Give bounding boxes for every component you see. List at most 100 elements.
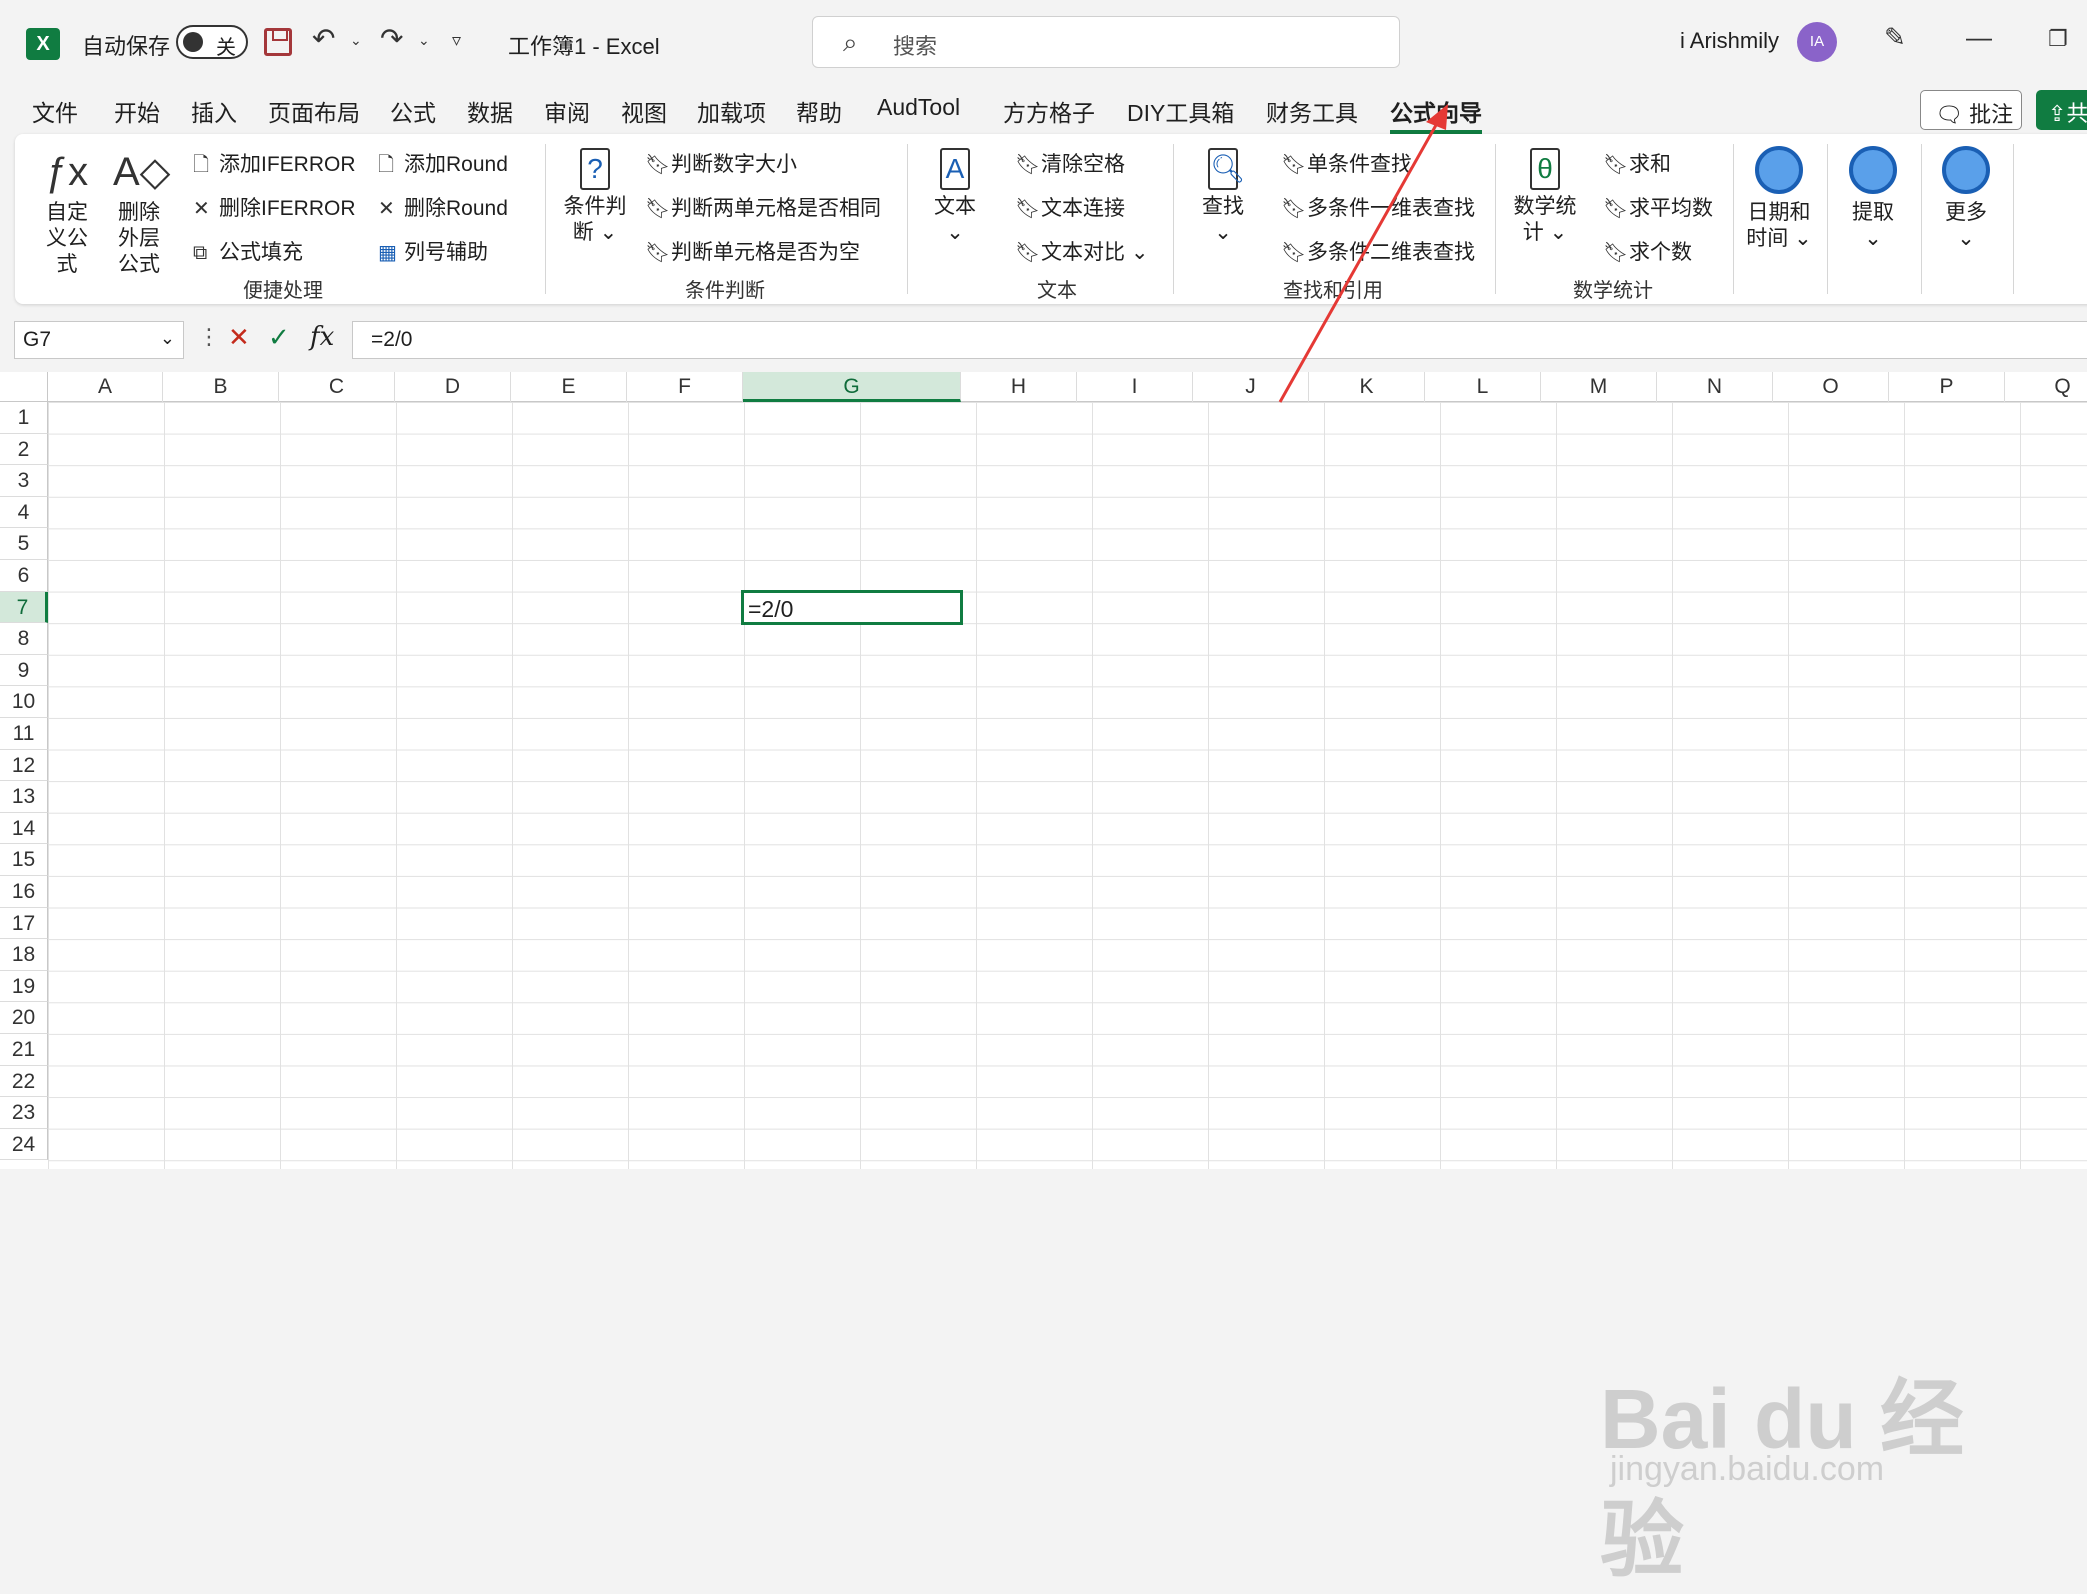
multi-2d-lookup-button[interactable]: 🔖︎多条件二维表查找 (1281, 236, 1475, 266)
row-header-24[interactable]: 24 (0, 1128, 48, 1161)
share-button[interactable]: ⇪共 (2036, 90, 2087, 130)
text-button[interactable]: A 文本 ⌄ (925, 148, 985, 246)
column-header-b[interactable]: B (163, 372, 279, 402)
tab-review[interactable]: 审阅 (544, 94, 590, 128)
row-header-16[interactable]: 16 (0, 876, 48, 908)
row-header-19[interactable]: 19 (0, 970, 48, 1003)
average-button[interactable]: 🔖︎求平均数 (1603, 192, 1713, 222)
tab-page-layout[interactable]: 页面布局 (268, 94, 360, 128)
insert-function-icon[interactable]: fx (310, 322, 334, 352)
customize-toolbar-icon[interactable]: ▿ (452, 30, 461, 51)
tab-addins[interactable]: 加载项 (697, 94, 766, 128)
enter-icon[interactable]: ✓ (268, 322, 290, 353)
column-header-o[interactable]: O (1773, 372, 1889, 402)
column-header-l[interactable]: L (1425, 372, 1541, 402)
column-header-q[interactable]: Q (2005, 372, 2087, 402)
search-box[interactable]: ⌕ 搜索 (812, 16, 1400, 68)
row-header-21[interactable]: 21 (0, 1034, 48, 1066)
tab-file[interactable]: 文件 (32, 94, 78, 128)
pen-icon[interactable]: ✎ (1884, 22, 1906, 53)
compare-cells-button[interactable]: 🔖︎判断两单元格是否相同 (645, 192, 881, 222)
column-header-m[interactable]: M (1541, 372, 1657, 402)
user-name[interactable]: i Arishmily (1680, 28, 1779, 54)
row-header-3[interactable]: 3 (0, 465, 48, 497)
column-header-d[interactable]: D (395, 372, 511, 402)
tab-finance-tools[interactable]: 财务工具 (1266, 94, 1358, 128)
column-header-e[interactable]: E (511, 372, 627, 402)
tab-audtool[interactable]: AudTool (877, 94, 960, 121)
select-all-corner[interactable] (0, 372, 48, 402)
tab-diy-toolbox[interactable]: DIY工具箱 (1127, 94, 1234, 128)
tab-formula-wizard[interactable]: 公式向导 (1390, 94, 1482, 134)
trim-spaces-button[interactable]: 🔖︎清除空格 (1015, 148, 1125, 178)
autosave-toggle[interactable]: 关 (176, 25, 248, 59)
cell-area[interactable] (48, 402, 2087, 1169)
delete-iferror-button[interactable]: ✕ 删除IFERROR (193, 192, 356, 222)
row-header-13[interactable]: 13 (0, 781, 48, 813)
column-header-g[interactable]: G (743, 372, 961, 402)
row-header-4[interactable]: 4 (0, 496, 48, 529)
column-header-j[interactable]: J (1193, 372, 1309, 402)
column-header-f[interactable]: F (627, 372, 743, 402)
multi-1d-lookup-button[interactable]: 🔖︎多条件一维表查找 (1281, 192, 1475, 222)
tab-help[interactable]: 帮助 (796, 94, 842, 128)
name-box[interactable]: G7 ⌄ (14, 321, 184, 359)
tab-fangfanggezi[interactable]: 方方格子 (1003, 94, 1095, 128)
condition-button[interactable]: ? 条件判断 ⌄ (563, 148, 627, 246)
comments-button[interactable]: 🗨 批注 (1920, 90, 2022, 130)
math-button[interactable]: θ 数学统计 ⌄ (1509, 148, 1581, 246)
restore-icon[interactable]: ❐ (2048, 26, 2068, 52)
save-icon[interactable] (264, 28, 292, 56)
row-header-14[interactable]: 14 (0, 812, 48, 845)
redo-chevron-down-icon[interactable]: ⌄ (418, 32, 430, 49)
sum-button[interactable]: 🔖︎求和 (1603, 148, 1671, 178)
tab-home[interactable]: 开始 (114, 94, 160, 128)
lookup-button[interactable]: 🔍︎ 查找 ⌄ (1193, 148, 1253, 246)
remove-outer-formula-button[interactable]: A◇ 删除外层公式 (113, 148, 170, 278)
column-helper-button[interactable]: ▦ 列号辅助 (378, 236, 488, 266)
row-header-5[interactable]: 5 (0, 528, 48, 560)
column-header-n[interactable]: N (1657, 372, 1773, 402)
column-header-h[interactable]: H (961, 372, 1077, 402)
row-header-1[interactable]: 1 (0, 402, 48, 434)
formula-fill-button[interactable]: ⧉ 公式填充 (193, 236, 303, 266)
row-header-10[interactable]: 10 (0, 686, 48, 718)
row-header-22[interactable]: 22 (0, 1065, 48, 1098)
cancel-icon[interactable]: ✕ (228, 322, 250, 353)
formula-input[interactable]: =2/0 (352, 321, 2087, 359)
extract-button[interactable]: 提取 ⌄ (1843, 146, 1903, 252)
avatar[interactable]: IA (1797, 22, 1837, 62)
undo-icon[interactable]: ↶ (312, 22, 335, 55)
add-iferror-button[interactable]: 🗋 添加IFERROR (193, 148, 356, 184)
chevron-down-icon[interactable]: ⌄ (160, 328, 175, 349)
row-header-23[interactable]: 23 (0, 1097, 48, 1129)
check-empty-button[interactable]: 🔖︎判断单元格是否为空 (645, 236, 860, 266)
row-header-6[interactable]: 6 (0, 560, 48, 592)
delete-round-button[interactable]: ✕ 删除Round (378, 192, 508, 222)
add-round-button[interactable]: 🗋 添加Round (378, 148, 508, 184)
tab-view[interactable]: 视图 (621, 94, 667, 128)
text-compare-button[interactable]: 🔖︎文本对比 ⌄ (1015, 236, 1148, 266)
active-cell[interactable]: =2/0 (741, 589, 963, 626)
row-header-11[interactable]: 11 (0, 718, 48, 750)
minimize-icon[interactable]: — (1966, 22, 1992, 53)
tab-data[interactable]: 数据 (467, 94, 513, 128)
tab-insert[interactable]: 插入 (191, 94, 237, 128)
column-header-i[interactable]: I (1077, 372, 1193, 402)
column-header-p[interactable]: P (1889, 372, 2005, 402)
row-header-17[interactable]: 17 (0, 907, 48, 940)
single-lookup-button[interactable]: 🔖︎单条件查找 (1281, 148, 1412, 178)
row-header-2[interactable]: 2 (0, 433, 48, 466)
redo-icon[interactable]: ↷ (380, 22, 403, 55)
row-header-15[interactable]: 15 (0, 844, 48, 876)
datetime-button[interactable]: 日期和时间 ⌄ (1743, 146, 1815, 252)
column-header-k[interactable]: K (1309, 372, 1425, 402)
undo-chevron-down-icon[interactable]: ⌄ (350, 32, 362, 49)
column-header-a[interactable]: A (48, 372, 163, 402)
more-button[interactable]: 更多 ⌄ (1935, 146, 1997, 252)
count-button[interactable]: 🔖︎求个数 (1603, 236, 1692, 266)
row-header-12[interactable]: 12 (0, 749, 48, 782)
row-header-18[interactable]: 18 (0, 939, 48, 971)
custom-formula-button[interactable]: ƒx 自定义公式 (37, 148, 97, 278)
tab-formulas[interactable]: 公式 (390, 94, 436, 128)
